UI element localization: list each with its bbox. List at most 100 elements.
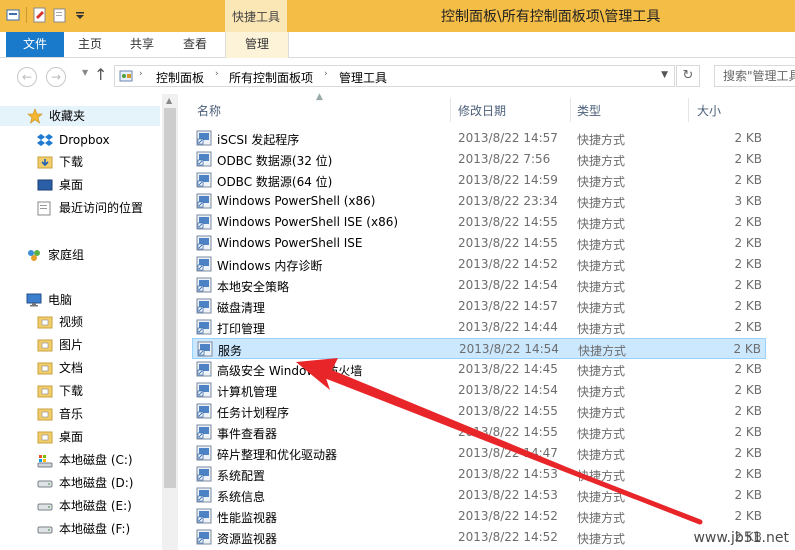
nav-item-downloads[interactable]: 下载 [37, 152, 83, 172]
toolbar-separator [26, 7, 27, 23]
tab-share[interactable]: 共享 [124, 32, 160, 57]
shortcut-icon [196, 298, 212, 314]
file-row[interactable]: 事件查看器 2013/8/22 14:55 快捷方式 2 KB [192, 422, 766, 443]
file-row[interactable]: 打印管理 2013/8/22 14:44 快捷方式 2 KB [192, 317, 766, 338]
file-row[interactable]: 系统信息 2013/8/22 14:53 快捷方式 2 KB [192, 485, 766, 506]
file-name: Windows PowerShell ISE (x86) [217, 215, 399, 229]
properties-icon[interactable] [33, 7, 47, 23]
folder-icon [37, 385, 53, 398]
scroll-up-icon[interactable]: ▲ [166, 96, 172, 105]
nav-item-this-pc[interactable]: 电脑 [26, 290, 72, 310]
navigation-scrollbar[interactable]: ▲ [162, 94, 178, 550]
desktop-icon [37, 179, 53, 191]
file-name: 磁盘清理 [217, 301, 266, 315]
file-row[interactable]: 性能监视器 2013/8/22 14:52 快捷方式 2 KB [192, 506, 766, 527]
recent-locations-chevron-icon[interactable]: ▼ [82, 68, 88, 77]
file-row[interactable]: 高级安全 Windows 防火墙 2013/8/22 14:45 快捷方式 2 KB [192, 359, 766, 380]
column-divider[interactable] [570, 98, 571, 122]
nav-item-library[interactable]: 视频 [37, 312, 83, 332]
file-name: Windows PowerShell (x86) [217, 194, 376, 208]
nav-item-library[interactable]: 桌面 [37, 427, 83, 447]
file-row[interactable]: 磁盘清理 2013/8/22 14:57 快捷方式 2 KB [192, 296, 766, 317]
breadcrumb-control-panel[interactable]: 控制面板 [156, 69, 204, 86]
shortcut-icon [196, 382, 212, 398]
file-row[interactable]: Windows PowerShell ISE 2013/8/22 14:55 快捷方… [192, 233, 766, 254]
address-bar[interactable]: › 控制面板 › 所有控制面板项 › 管理工具 ▼ [114, 65, 675, 87]
file-row[interactable]: 资源监视器 2013/8/22 14:52 快捷方式 2 KB [192, 527, 766, 548]
nav-item-library[interactable]: 图片 [37, 335, 83, 355]
nav-item-dropbox[interactable]: Dropbox [37, 130, 110, 150]
file-name: 性能监视器 [217, 511, 278, 525]
shortcut-icon [196, 319, 212, 335]
file-list: ▲ 名称 修改日期 类型 大小 iSCSI 发起程序 2013/8/22 14:5… [178, 92, 795, 550]
file-type: 快捷方式 [577, 511, 626, 525]
file-row[interactable]: iSCSI 发起程序 2013/8/22 14:57 快捷方式 2 KB [192, 128, 766, 149]
file-date: 2013/8/22 14:54 [458, 278, 558, 292]
scrollbar-thumb[interactable] [164, 108, 176, 488]
window-menu-icon[interactable] [6, 7, 20, 23]
up-button[interactable]: ↑ [94, 65, 107, 84]
column-header-size[interactable]: 大小 [697, 102, 721, 119]
back-button[interactable]: ← [17, 67, 37, 87]
tab-home[interactable]: 主页 [72, 32, 108, 57]
nav-item-drive[interactable]: 本地磁盘 (E:) [37, 496, 132, 516]
file-row[interactable]: 计算机管理 2013/8/22 14:54 快捷方式 2 KB [192, 380, 766, 401]
file-row[interactable]: 本地安全策略 2013/8/22 14:54 快捷方式 2 KB [192, 275, 766, 296]
column-header-type[interactable]: 类型 [577, 102, 601, 119]
nav-item-library[interactable]: 文档 [37, 358, 83, 378]
nav-item-library[interactable]: 音乐 [37, 404, 83, 424]
tab-manage[interactable]: 管理 [225, 32, 289, 58]
file-date: 2013/8/22 14:53 [458, 488, 558, 502]
file-row[interactable]: 系统配置 2013/8/22 14:53 快捷方式 2 KB [192, 464, 766, 485]
file-row[interactable]: 服务 2013/8/22 14:54 快捷方式 2 KB [192, 338, 766, 359]
breadcrumb-admin-tools[interactable]: 管理工具 [339, 69, 387, 86]
watermark: www.jb51.net [693, 530, 789, 546]
nav-item-drive[interactable]: 本地磁盘 (F:) [37, 519, 130, 539]
file-row[interactable]: 任务计划程序 2013/8/22 14:55 快捷方式 2 KB [192, 401, 766, 422]
breadcrumb-separator-icon[interactable]: › [139, 69, 143, 79]
file-row[interactable]: Windows 内存诊断 2013/8/22 14:52 快捷方式 2 KB [192, 254, 766, 275]
file-name: Windows PowerShell ISE [217, 236, 363, 250]
breadcrumb-all-items[interactable]: 所有控制面板项 [229, 69, 313, 86]
file-date: 2013/8/22 14:47 [458, 446, 558, 460]
column-header-date[interactable]: 修改日期 [458, 102, 506, 119]
nav-item-drive[interactable]: 本地磁盘 (D:) [37, 473, 133, 493]
file-date: 2013/8/22 7:56 [458, 152, 551, 166]
shortcut-icon [196, 235, 212, 251]
nav-label: 电脑 [48, 293, 73, 307]
tab-view[interactable]: 查看 [177, 32, 213, 57]
nav-label: 视频 [59, 315, 84, 329]
nav-item-library[interactable]: 下载 [37, 381, 83, 401]
nav-item-recent-places[interactable]: 最近访问的位置 [37, 198, 143, 218]
column-divider[interactable] [450, 98, 451, 122]
file-row[interactable]: ODBC 数据源(32 位) 2013/8/22 7:56 快捷方式 2 KB [192, 149, 766, 170]
file-row[interactable]: 碎片整理和优化驱动器 2013/8/22 14:47 快捷方式 2 KB [192, 443, 766, 464]
column-header-name[interactable]: 名称 [197, 102, 221, 119]
shortcut-icon [196, 130, 212, 146]
nav-item-drive[interactable]: 本地磁盘 (C:) [37, 450, 133, 470]
new-folder-icon[interactable] [53, 7, 67, 23]
address-history-chevron-icon[interactable]: ▼ [661, 70, 668, 80]
nav-item-favorites[interactable]: 收藏夹 [0, 106, 160, 126]
nav-item-desktop[interactable]: 桌面 [37, 175, 83, 195]
refresh-button[interactable]: ↻ [676, 65, 700, 87]
file-row[interactable]: Windows PowerShell (x86) 2013/8/22 23:34 快… [192, 191, 766, 212]
forward-button[interactable]: → [46, 67, 66, 87]
shortcut-icon [196, 445, 212, 461]
search-input[interactable]: 搜索"管理工具" [714, 65, 795, 87]
file-size: 2 KB [734, 467, 762, 481]
file-row[interactable]: ODBC 数据源(64 位) 2013/8/22 14:59 快捷方式 2 KB [192, 170, 766, 191]
navigation-pane: 收藏夹 Dropbox 下载 桌面 最近访问的位置 家庭组 电脑 视频 图片 文档下… [0, 94, 162, 550]
shortcut-icon [196, 361, 212, 377]
file-row[interactable]: Windows PowerShell ISE (x86) 2013/8/22 14… [192, 212, 766, 233]
file-date: 2013/8/22 14:54 [458, 383, 558, 397]
column-divider[interactable] [688, 98, 689, 122]
drive-icon [37, 480, 53, 488]
breadcrumb-separator-icon[interactable]: › [324, 69, 328, 79]
tab-file[interactable]: 文件 [6, 32, 64, 57]
file-type: 快捷方式 [577, 154, 626, 168]
customize-toolbar-icon[interactable] [73, 7, 87, 23]
breadcrumb-separator-icon[interactable]: › [215, 69, 219, 79]
nav-item-homegroup[interactable]: 家庭组 [26, 245, 84, 265]
file-size: 2 KB [734, 383, 762, 397]
